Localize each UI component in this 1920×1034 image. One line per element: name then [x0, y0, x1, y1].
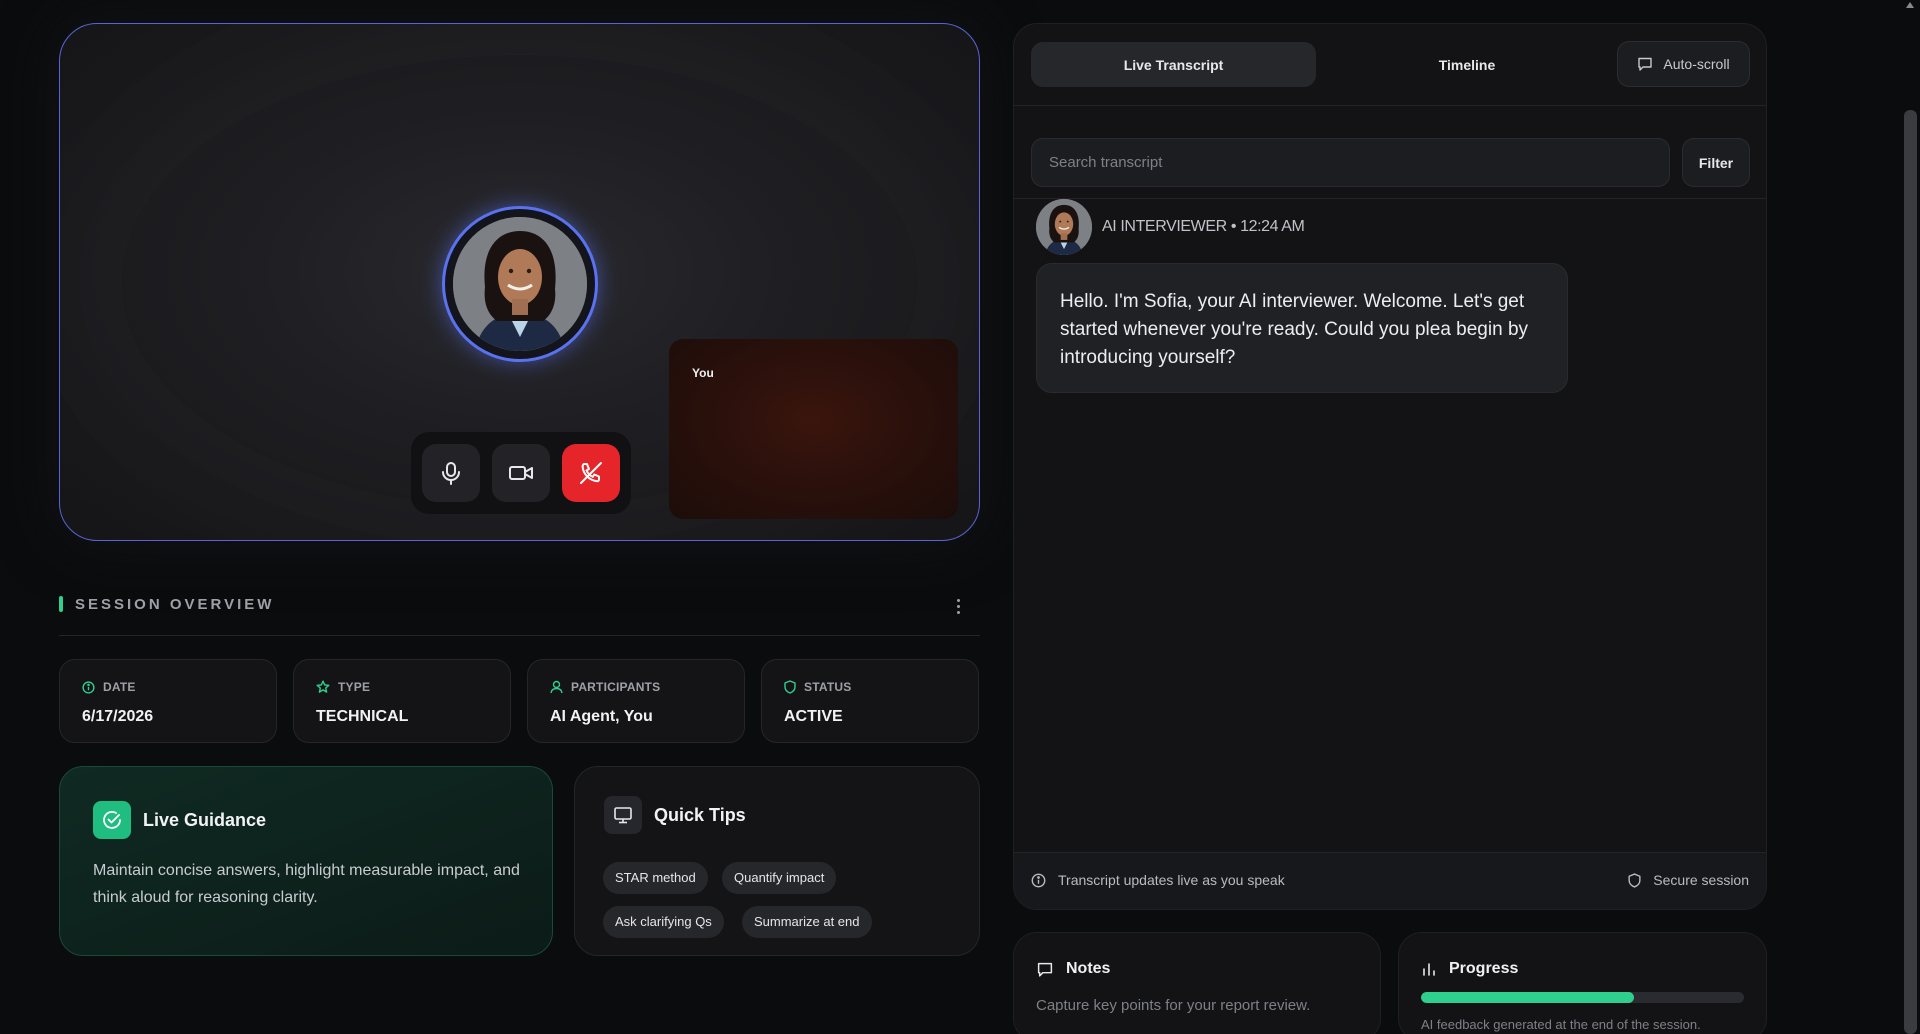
participants-card: PARTICIPANTS AI Agent, You — [527, 659, 745, 743]
chat-icon — [1637, 56, 1653, 72]
date-card: DATE 6/17/2026 — [59, 659, 277, 743]
type-value: TECHNICAL — [316, 708, 409, 725]
auto-scroll-button[interactable]: Auto-scroll — [1617, 41, 1750, 87]
transcript-footer: Transcript updates live as you speak Sec… — [1014, 852, 1766, 909]
live-update-note: Transcript updates live as you speak — [1058, 872, 1285, 888]
participants-value: AI Agent, You — [550, 708, 653, 725]
status-card: STATUS ACTIVE — [761, 659, 979, 743]
info-icon — [1031, 873, 1046, 888]
message-avatar — [1036, 199, 1092, 255]
live-guidance-text: Maintain concise answers, highlight meas… — [93, 862, 520, 906]
scrollbar-thumb[interactable] — [1904, 110, 1917, 1034]
progress-bar-fill — [1421, 992, 1635, 1003]
video-stage: You — [59, 23, 980, 541]
camera-icon — [508, 463, 534, 483]
user-icon — [550, 680, 563, 694]
microphone-icon — [440, 461, 462, 485]
message-bubble: Hello. I'm Sofia, your AI interviewer. W… — [1036, 263, 1568, 393]
message-meta: AI INTERVIEWER • 12:24 AM — [1102, 218, 1305, 235]
tip-chip[interactable]: Summarize at end — [742, 906, 872, 938]
status-value: ACTIVE — [784, 708, 843, 725]
notes-placeholder[interactable]: Capture key points for your report revie… — [1036, 997, 1310, 1014]
type-label: TYPE — [338, 680, 371, 694]
page-scrollbar[interactable] — [1901, 0, 1920, 1034]
live-guidance-title: Live Guidance — [143, 810, 267, 830]
participants-label: PARTICIPANTS — [571, 680, 661, 694]
camera-button[interactable] — [492, 444, 550, 502]
live-guidance-card: Live Guidance Maintain concise answers, … — [59, 766, 553, 956]
shield-icon — [1628, 872, 1641, 888]
self-label: You — [692, 366, 714, 380]
interviewer-avatar-ring — [442, 206, 598, 362]
tab-timeline[interactable]: Timeline — [1332, 42, 1602, 87]
end-call-button[interactable] — [562, 444, 620, 502]
quick-tips-card: Quick Tips STAR method Quantify impact A… — [574, 766, 980, 956]
overview-accent-bar — [59, 596, 63, 612]
monitor-icon — [604, 796, 642, 834]
mic-button[interactable] — [422, 444, 480, 502]
check-badge-icon — [93, 801, 131, 839]
status-label: STATUS — [804, 680, 852, 694]
shield-icon — [784, 680, 796, 694]
progress-title: Progress — [1449, 960, 1519, 977]
tab-live-transcript[interactable]: Live Transcript — [1031, 42, 1316, 87]
self-video-tile: You — [669, 339, 958, 519]
chat-icon — [1036, 961, 1054, 978]
transcript-tabs: Live Transcript Timeline Auto-scroll — [1014, 24, 1766, 106]
notes-card[interactable]: Notes Capture key points for your report… — [1013, 932, 1381, 1034]
transcript-panel: Live Transcript Timeline Auto-scroll Fil… — [1013, 23, 1767, 910]
scroll-up-arrow-icon[interactable] — [1906, 2, 1914, 8]
bar-chart-icon — [1421, 961, 1437, 977]
call-controls — [411, 432, 631, 514]
session-overview-title: SESSION OVERVIEW — [75, 596, 275, 613]
auto-scroll-label: Auto-scroll — [1663, 56, 1730, 72]
progress-note: AI feedback generated at the end of the … — [1421, 1017, 1701, 1032]
quick-tips-title: Quick Tips — [654, 805, 746, 825]
info-icon — [82, 680, 95, 694]
notes-title: Notes — [1066, 960, 1111, 977]
tip-chip[interactable]: STAR method — [603, 862, 708, 894]
secure-session-label: Secure session — [1653, 872, 1749, 888]
date-value: 6/17/2026 — [82, 708, 154, 725]
progress-bar — [1421, 992, 1744, 1003]
star-icon — [316, 680, 330, 694]
session-overview-header: SESSION OVERVIEW — [59, 594, 980, 636]
tip-chip[interactable]: Quantify impact — [722, 862, 837, 894]
progress-card: Progress AI feedback generated at the en… — [1398, 932, 1767, 1034]
tip-chip[interactable]: Ask clarifying Qs — [603, 906, 724, 938]
date-label: DATE — [103, 680, 136, 694]
type-card: TYPE TECHNICAL — [293, 659, 511, 743]
filter-button[interactable]: Filter — [1682, 138, 1750, 187]
search-transcript-input[interactable] — [1031, 138, 1670, 187]
more-options-icon[interactable] — [951, 596, 965, 616]
end-call-icon — [578, 460, 604, 486]
transcript-search-row: Filter — [1014, 106, 1766, 199]
interviewer-avatar — [453, 217, 587, 351]
